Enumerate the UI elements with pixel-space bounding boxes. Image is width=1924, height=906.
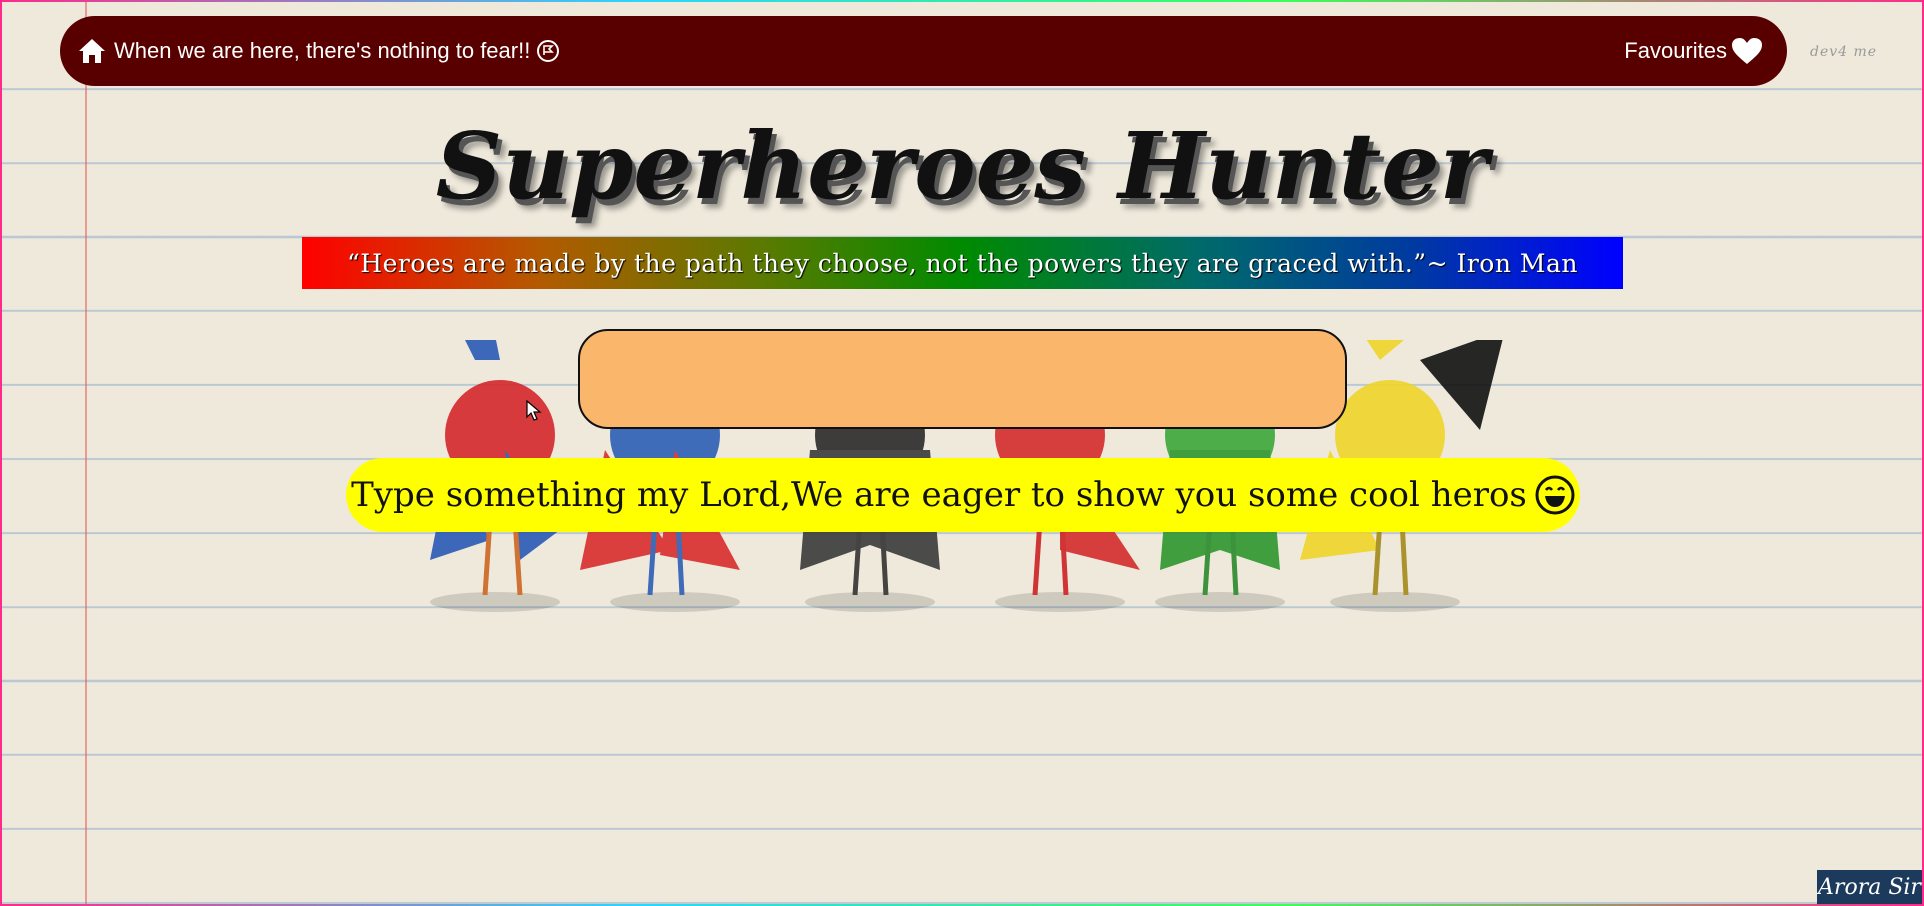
smiling-face-icon: [1535, 475, 1575, 515]
mouse-cursor-icon: [526, 400, 542, 421]
search-hint-text: Type something my Lord,We are eager to s…: [351, 475, 1527, 515]
search-hint-banner: Type something my Lord,We are eager to s…: [346, 458, 1580, 532]
flag-icon: [536, 39, 560, 63]
signature-logo: dev4 me: [1810, 44, 1878, 60]
search-input[interactable]: [578, 329, 1347, 429]
navbar: When we are here, there's nothing to fea…: [60, 16, 1787, 86]
home-icon: [78, 38, 106, 64]
favourites-label: Favourites: [1624, 38, 1727, 63]
author-badge: Arora Sir: [1817, 870, 1922, 904]
favourites-link[interactable]: Favourites: [1624, 37, 1763, 65]
quote-banner: “Heroes are made by the path they choose…: [302, 237, 1623, 289]
home-link-text: When we are here, there's nothing to fea…: [114, 38, 531, 63]
page-title: Superheroes Hunter: [435, 112, 1489, 220]
home-link[interactable]: When we are here, there's nothing to fea…: [78, 38, 560, 64]
heart-icon: [1731, 37, 1763, 65]
